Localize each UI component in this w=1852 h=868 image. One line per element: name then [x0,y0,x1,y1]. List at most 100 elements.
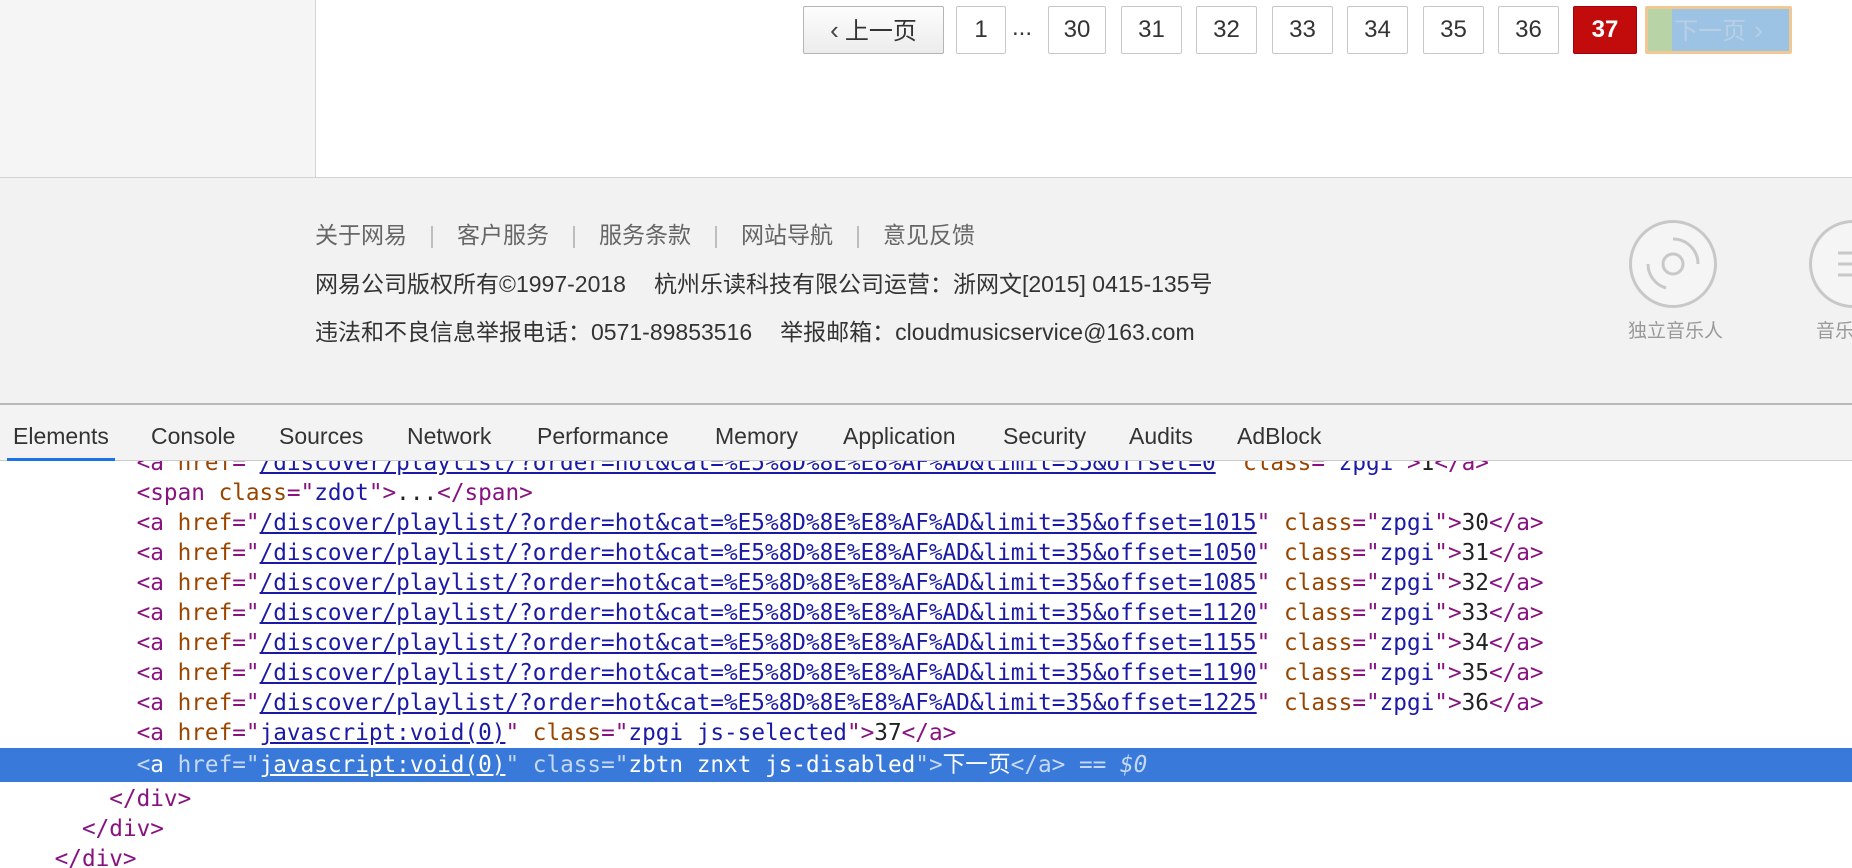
independent-musician-badge[interactable]: 独立音乐人 [1628,220,1724,343]
footer-links: 关于网易 | 客户服务 | 服务条款 | 网站导航 | 意见反馈 [315,216,975,250]
dom-class-value: zpgi [1379,540,1435,566]
footer-separator: | [570,222,577,248]
page-1-button[interactable]: 1 [956,6,1006,54]
tab-adblock[interactable]: AdBlock [1231,405,1327,461]
footer-separator: | [854,222,861,248]
dom-class-value: zbtn znxt js-disabled [628,752,916,778]
dom-node-line[interactable]: <a href="/discover/playlist/?order=hot&c… [0,658,1852,688]
footer-separator: | [712,222,719,248]
dom-class-value: zpgi [1338,461,1394,476]
devtools-tab-bar: Elements Console Sources Network Perform… [0,405,1852,461]
dom-href-link[interactable]: /discover/playlist/?order=hot&cat=%E5%8D… [260,570,1257,596]
dom-closing-tag: </div> [54,846,137,868]
dom-href-link[interactable]: /discover/playlist/?order=hot&cat=%E5%8D… [260,690,1257,716]
report-phone-text: 违法和不良信息举报电话：0571-89853516 [315,319,753,345]
dom-node-line[interactable]: <a href="/discover/playlist/?order=hot&c… [0,538,1852,568]
dom-node-line[interactable]: <a href="/discover/playlist/?order=hot&c… [0,568,1852,598]
dom-node-line[interactable]: <a href="/discover/playlist/?order=hot&c… [0,628,1852,658]
tab-audits[interactable]: Audits [1123,405,1199,461]
dom-href-link[interactable]: javascript:void(0) [260,720,506,746]
dom-class-value: zpgi [1379,570,1435,596]
selected-node-marker: == $0 [1078,752,1148,778]
dom-text-node: 30 [1461,510,1489,536]
prev-page-button[interactable]: ‹ 上一页 [803,6,944,54]
dom-node-line-selected[interactable]: <a href="javascript:void(0)" class="zbtn… [0,748,1852,782]
dom-node-line[interactable]: <span class="zdot">...</span> [0,478,1852,508]
dom-href-link[interactable]: /discover/playlist/?order=hot&cat=%E5%8D… [260,540,1257,566]
footer-link-feedback[interactable]: 意见反馈 [883,222,975,248]
dom-href-link[interactable]: /discover/playlist/?order=hot&cat=%E5%8D… [260,660,1257,686]
dom-node-line[interactable]: </div> [0,784,1852,814]
page-33-button[interactable]: 33 [1272,6,1333,54]
footer-link-about[interactable]: 关于网易 [315,222,407,248]
tab-network[interactable]: Network [401,405,497,461]
page-35-button[interactable]: 35 [1423,6,1484,54]
highlight-padding-overlay [1648,9,1672,51]
copyright-line: 网易公司版权所有©1997-2018 杭州乐读科技有限公司运营：浙网文[2015]… [315,265,1213,299]
badge-label: 独立音乐人 [1628,321,1724,342]
next-page-button[interactable]: 下一页 › [1645,6,1792,54]
dom-text-node: ... [396,480,438,506]
dom-class-value: zpgi [1379,660,1435,686]
dom-class-value: zpgi [1379,600,1435,626]
dom-href-link[interactable]: /discover/playlist/?order=hot&cat=%E5%8D… [260,600,1257,626]
page-32-button[interactable]: 32 [1196,6,1257,54]
footer-link-service[interactable]: 客户服务 [457,222,549,248]
dom-class-value: zpgi [1379,630,1435,656]
dom-text-node: 35 [1461,660,1489,686]
copyright-text: 网易公司版权所有©1997-2018 [315,271,626,297]
dom-node-line[interactable]: <a href="/discover/playlist/?order=hot&c… [0,461,1852,478]
dom-node-line[interactable]: <a href="/discover/playlist/?order=hot&c… [0,598,1852,628]
dom-tree: <a href="/discover/playlist/?order=hot&c… [0,461,1852,868]
dom-text-node: 36 [1461,690,1489,716]
dom-text-node: 下一页 [942,752,1011,778]
dom-node-line[interactable]: <a href="/discover/playlist/?order=hot&c… [0,508,1852,538]
dom-node-line[interactable]: </div> [0,844,1852,868]
list-icon [1809,220,1852,308]
page-content-area: ‹ 上一页 1 ... 30 31 32 33 34 35 36 37 下一页 › [0,0,1852,177]
report-line: 违法和不良信息举报电话：0571-89853516 举报邮箱：cloudmusic… [315,313,1195,347]
dom-node-line[interactable]: <a href="javascript:void(0)" class="zpgi… [0,718,1852,748]
report-email-text: 举报邮箱：cloudmusicservice@163.com [780,319,1195,345]
page-34-button[interactable]: 34 [1347,6,1408,54]
tab-application[interactable]: Application [837,405,962,461]
left-sidebar-column [0,0,316,177]
dom-text-node: 31 [1461,540,1489,566]
chevron-left-icon: ‹ [830,15,839,45]
dom-href-link[interactable]: javascript:void(0) [260,752,506,778]
operator-text: 杭州乐读科技有限公司运营：浙网文[2015] 0415-135号 [653,271,1213,297]
badge-label: 音乐 [1816,321,1852,342]
dom-node-line[interactable]: <a href="/discover/playlist/?order=hot&c… [0,688,1852,718]
dom-closing-tag: </div> [81,816,164,842]
tab-security[interactable]: Security [997,405,1092,461]
next-page-label: 下一页 [1674,18,1747,45]
music-badge[interactable]: 音乐 [1808,220,1852,343]
dom-text-node: 32 [1461,570,1489,596]
dom-class-value: zdot [314,480,369,506]
dom-text-node: 37 [874,720,902,746]
page-30-button[interactable]: 30 [1048,6,1106,54]
dom-href-link[interactable]: /discover/playlist/?order=hot&cat=%E5%8D… [260,510,1257,536]
page-36-button[interactable]: 36 [1498,6,1559,54]
tab-sources[interactable]: Sources [273,405,369,461]
tab-console[interactable]: Console [145,405,241,461]
site-footer: 关于网易 | 客户服务 | 服务条款 | 网站导航 | 意见反馈 网易公司版权所有©1997-2… [0,177,1852,403]
dom-class-value: zpgi [1379,690,1435,716]
dom-text-node: 1 [1420,461,1435,476]
dom-text-node: 34 [1461,630,1489,656]
dom-href-link[interactable]: /discover/playlist/?order=hot&cat=%E5%8D… [260,461,1216,476]
footer-link-sitemap[interactable]: 网站导航 [741,222,833,248]
tab-performance[interactable]: Performance [531,405,675,461]
dom-href-link[interactable]: /discover/playlist/?order=hot&cat=%E5%8D… [260,630,1257,656]
tab-memory[interactable]: Memory [709,405,804,461]
pagination-ellipsis: ... [1012,14,1033,41]
dom-node-line[interactable]: </div> [0,814,1852,844]
dom-text-node: 33 [1461,600,1489,626]
dom-class-value: zpgi js-selected [628,720,847,746]
dom-class-value: zpgi [1379,510,1435,536]
page-37-current-button[interactable]: 37 [1573,6,1637,54]
footer-link-terms[interactable]: 服务条款 [599,222,691,248]
devtools-panel: Elements Console Sources Network Perform… [0,403,1852,868]
page-31-button[interactable]: 31 [1121,6,1182,54]
tab-elements[interactable]: Elements [7,405,115,461]
